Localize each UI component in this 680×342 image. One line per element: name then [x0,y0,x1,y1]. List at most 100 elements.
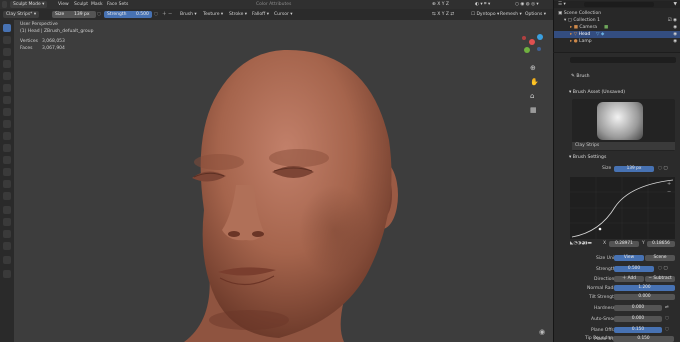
symmetry-icons[interactable]: ⇆ X Y Z ⇄ [432,11,454,18]
curve-x-field[interactable]: 0.28971 [609,241,639,247]
menu-cursor[interactable]: Cursor ▾ [274,11,293,18]
flatten-brush-icon[interactable] [3,96,11,104]
strength-value: 0.500 [136,12,149,17]
curve-y-label: Y [642,241,645,246]
pressure-strength-icon[interactable]: ◌ [154,11,158,18]
strength-prop-field[interactable]: 0.500 [614,266,654,272]
cloth-filter-icon[interactable] [3,242,11,250]
brush-preview-thumbnail[interactable] [597,102,643,140]
hardness-invert-icon[interactable]: ⇌ [665,305,669,310]
brush-settings-header[interactable]: ▾ Brush Settings [569,155,606,160]
object-info: (1) Head | ZBrush_defualt_group [20,29,94,34]
box-hide-icon[interactable] [3,218,11,226]
outliner-filter-icon[interactable]: ☰ ▾ [558,2,566,7]
pose-brush-icon[interactable] [3,180,11,188]
outliner-search-input[interactable] [584,2,654,7]
fill-brush-icon[interactable] [3,108,11,116]
mode-selector[interactable]: Sculpt Mode ▾ [10,1,48,8]
strength-prop-label: Strength [596,267,616,272]
outliner-row-head[interactable]: ▸ ▽ Head ▽ ◆ ◉ [554,31,680,38]
menu-face-sets[interactable]: Face Sets [107,1,128,8]
menu-texture[interactable]: Texture ▾ [203,11,223,18]
outliner-row-lamp[interactable]: ▸ ● Lamp ◉ [554,38,680,45]
overlay-icons[interactable]: ◐ ▾ ⌗ ▾ [475,1,490,8]
navigation-gizmo[interactable] [514,24,550,60]
thumb-brush-icon[interactable] [3,168,11,176]
hardness-field[interactable]: 0.000 [614,305,662,311]
strength-field[interactable]: Strength 0.500 [104,11,152,18]
plane-offset-field[interactable]: 0.150 [614,327,662,333]
editor-type-icon[interactable] [2,1,7,8]
size-prop-field[interactable]: 139 px [614,166,654,172]
clay-brush-icon[interactable] [3,36,11,44]
size-unit-scene-button[interactable]: Scene [645,255,675,261]
brush-asset-header[interactable]: ▾ Brush Asset (Unsaved) [569,90,625,95]
auto-smooth-field[interactable]: 0.000 [614,316,662,322]
menu-brush[interactable]: Brush ▾ [180,11,197,18]
grab-brush-icon[interactable] [3,144,11,152]
size-unit-view-button[interactable]: View [614,255,644,261]
properties-search-input[interactable] [570,57,676,63]
size-field[interactable]: Size 139 px [52,11,96,18]
normal-radius-field[interactable]: 1.200 [614,285,675,291]
menu-falloff[interactable]: Falloff ▾ [252,11,269,18]
remesh-menu[interactable]: Remesh ▾ [500,11,522,18]
menu-view[interactable]: View [58,1,69,8]
visibility-eye-icon[interactable]: ◉ [673,31,677,38]
shading-mode-icons[interactable]: ○ ◉ ◍ ◎ ▾ [515,1,539,8]
direction-add-button[interactable]: ＋ Add [614,276,644,282]
mesh-filter-icon[interactable] [3,230,11,238]
menu-sculpt[interactable]: Sculpt [74,1,88,8]
brush-preview-name: Clay Strips [575,143,600,148]
menu-brush-label: Brush [180,12,193,17]
box-mask-icon[interactable] [3,206,11,214]
auto-smooth-pressure-icon[interactable]: ◌ [665,316,669,321]
smooth-brush-icon[interactable] [3,84,11,92]
outliner-row-collection[interactable]: ▾ ▢ Collection 1 ☑ ◉ [554,17,680,24]
visibility-eye-icon[interactable]: ◉ [673,38,677,45]
snake-hook-brush-icon[interactable] [3,156,11,164]
annotate-icon[interactable] [3,270,11,278]
xyz-axis-icon[interactable]: ⊕ X Y Z [432,1,449,8]
tip-roundness-field[interactable]: 0.150 [613,336,674,342]
crease-brush-icon[interactable] [3,72,11,80]
camera-data-icon: ■ [604,25,609,30]
size-pressure-icon[interactable]: ◌ ▢ [658,166,668,171]
size-label: Size [55,12,65,17]
curve-preset-icons[interactable]: ◣◔◑◕◗▬ [570,241,592,246]
inflate-brush-icon[interactable] [3,48,11,56]
tool-settings-header: Clay Strips* ▾ Size 139 px ◌ Strength 0.… [0,9,553,20]
brush-selector[interactable]: Clay Strips* ▾ [3,11,40,18]
dyntopo-menu[interactable]: ☐ Dyntopo ▾ [471,11,499,18]
direction-subtract-button[interactable]: − Subtract [645,276,675,282]
size-value: 139 px [74,12,90,17]
options-menu[interactable]: Options ▾ [525,11,546,18]
brush-header-label: Brush [576,74,590,79]
menu-stroke[interactable]: Stroke ▾ [229,11,247,18]
pressure-size-icon[interactable]: ◌ [97,11,101,18]
visibility-eye-icon[interactable]: ◉ [673,24,677,31]
outliner-funnel-icon[interactable]: ▼ [674,1,677,8]
camera-view-icon[interactable]: ⌂ [530,92,534,100]
curve-y-field[interactable]: 0.18656 [647,241,675,247]
3d-viewport[interactable]: User Perspective (1) Head | ZBrush_defua… [14,20,553,342]
blob-brush-icon[interactable] [3,60,11,68]
outliner-row-scene-collection[interactable]: ▣ Scene Collection [554,10,680,17]
menu-mask[interactable]: Mask [91,1,103,8]
perspective-grid-icon[interactable]: ▦ [530,106,537,114]
outliner: ☰ ▾ ▼ ▣ Scene Collection ▾ ▢ Collection … [553,0,680,52]
strength-pressure-icon[interactable]: ◌ ▢ [658,266,668,271]
pan-hand-icon[interactable]: ✋ [530,78,539,86]
draw-brush-icon[interactable] [3,24,11,32]
scrape-brush-icon[interactable] [3,120,11,128]
move-icon[interactable] [3,256,11,264]
falloff-curve-widget[interactable]: + − [570,177,675,239]
direction-icons[interactable]: ＋ － [162,11,172,18]
plane-offset-pressure-icon[interactable]: ◌ [665,327,669,332]
outliner-row-camera[interactable]: ▸ ■ Camera ■ ◉ [554,24,680,31]
tilt-strength-field[interactable]: 0.000 [614,294,675,300]
visibility-eye-icon[interactable]: ☑ ◉ [668,17,677,24]
zoom-icon[interactable]: ⊕ [530,64,536,72]
mask-brush-icon[interactable] [3,192,11,200]
pinch-brush-icon[interactable] [3,132,11,140]
